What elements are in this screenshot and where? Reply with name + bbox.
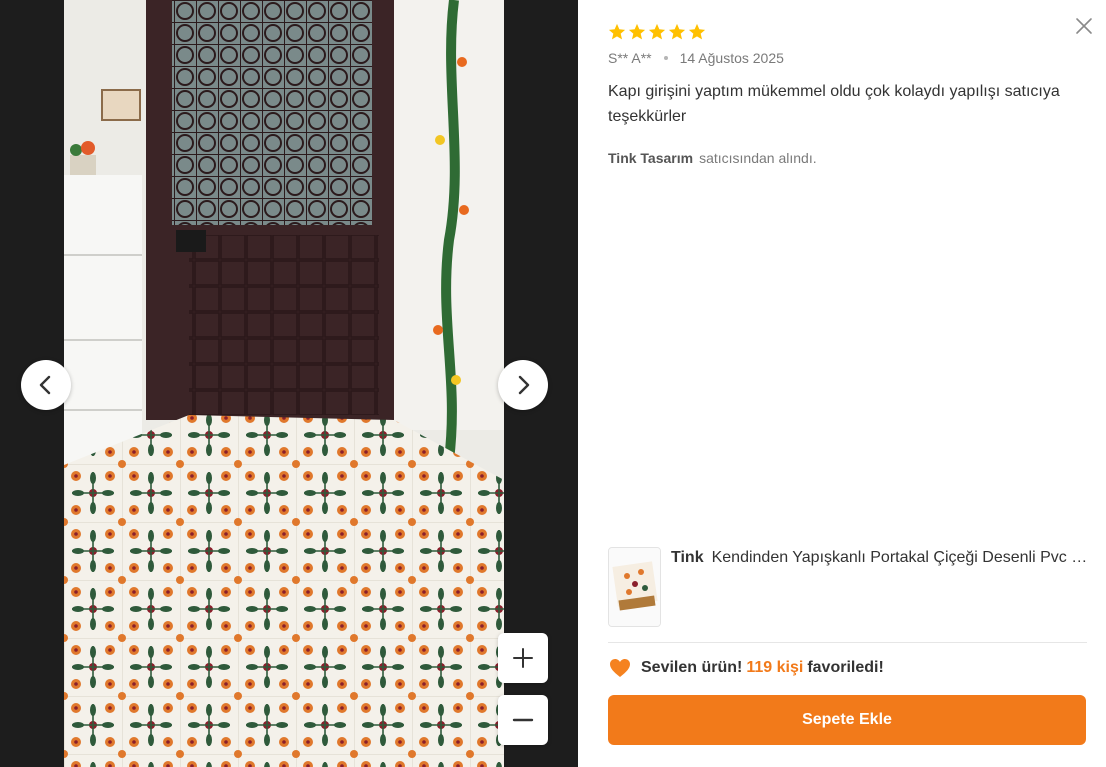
close-icon — [1076, 18, 1092, 34]
separator-dot — [663, 56, 668, 60]
review-panel: S** A** 14 Ağustos 2025 Kapı girişini ya… — [578, 0, 1106, 767]
divider — [608, 642, 1087, 643]
product-card[interactable]: Tink Kendinden Yapışkanlı Portakal Çiçeği… — [608, 547, 1088, 627]
favorites-info: Sevilen ürün! 119 kişi favoriledi! — [608, 656, 884, 680]
review-date: 14 Ağustos 2025 — [679, 50, 784, 66]
chevron-right-icon — [518, 375, 530, 395]
review-meta: S** A** 14 Ağustos 2025 — [608, 50, 784, 66]
seller-info: Tink Tasarım satıcısından alındı. — [608, 150, 817, 166]
star-icon — [668, 23, 686, 40]
star-icon — [648, 23, 666, 40]
star-icon — [688, 23, 706, 40]
plus-icon — [513, 648, 533, 668]
zoom-in-button[interactable] — [498, 633, 548, 683]
favorites-count: 119 kişi — [746, 659, 804, 676]
add-to-cart-button[interactable]: Sepete Ekle — [608, 695, 1086, 745]
review-author: S** A** — [608, 50, 652, 66]
product-thumbnail[interactable] — [608, 547, 661, 627]
zoom-out-button[interactable] — [498, 695, 548, 745]
product-name: Kendinden Yapışkanlı Portakal Çiçeği Des… — [711, 549, 1088, 566]
product-title[interactable]: Tink Kendinden Yapışkanlı Portakal Çiçeği… — [671, 549, 1088, 627]
review-photo — [64, 0, 504, 767]
seller-name[interactable]: Tink Tasarım — [608, 150, 693, 166]
favorites-suffix: favoriledi! — [807, 659, 884, 676]
star-icon — [608, 23, 626, 40]
close-button[interactable] — [1075, 17, 1093, 35]
image-gallery — [0, 0, 578, 767]
next-image-button[interactable] — [498, 360, 548, 410]
previous-image-button[interactable] — [21, 360, 71, 410]
chevron-left-icon — [39, 375, 51, 395]
product-brand: Tink — [671, 549, 704, 566]
seller-suffix: satıcısından alındı. — [699, 150, 817, 166]
review-comment: Kapı girişini yaptım mükemmel oldu çok k… — [608, 83, 1060, 125]
minus-icon — [512, 718, 534, 722]
heart-icon — [610, 659, 630, 677]
favorites-prefix: Sevilen ürün! — [641, 659, 743, 676]
rating-stars — [608, 23, 706, 41]
star-icon — [628, 23, 646, 40]
